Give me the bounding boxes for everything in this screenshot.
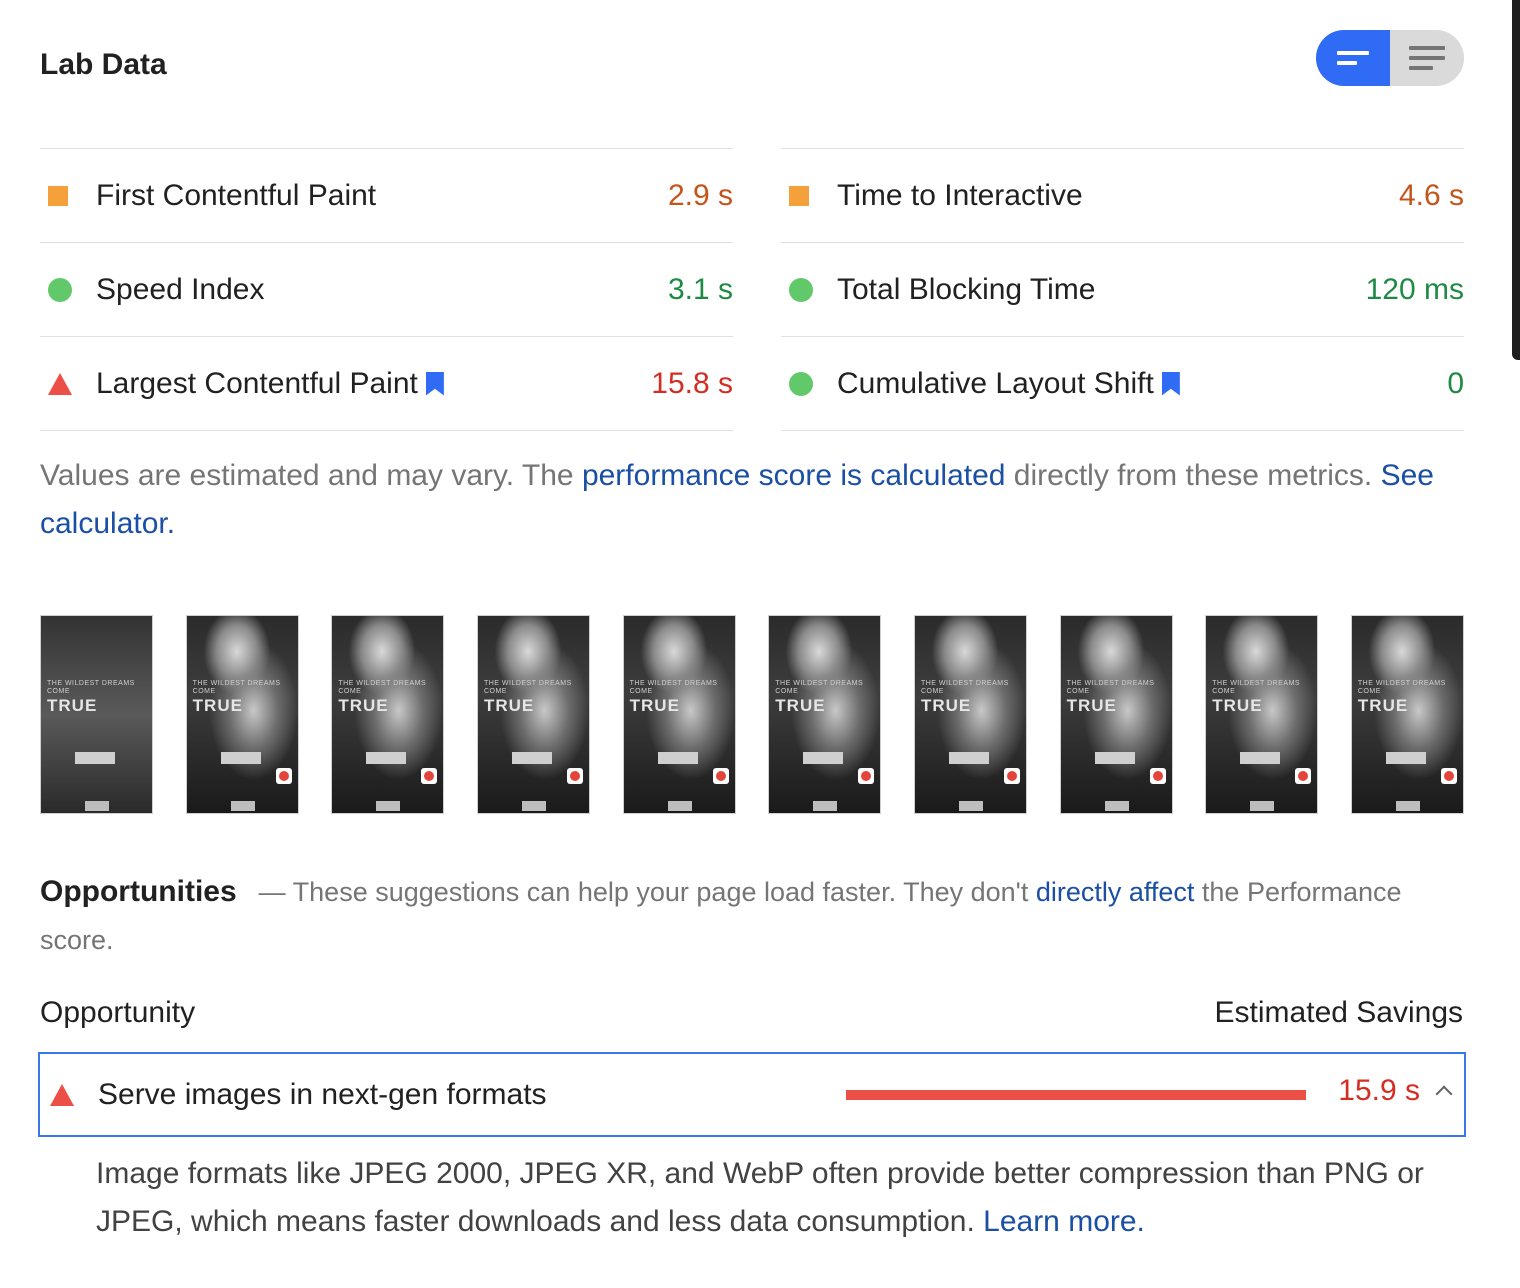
opportunity-description: Image formats like JPEG 2000, JPEG XR, a… [96, 1157, 1424, 1238]
filmstrip-frame: THE WILDEST DREAMS COME TRUE [1350, 615, 1464, 814]
filmstrip-frame: THE WILDEST DREAMS COME TRUE [40, 615, 153, 814]
metric-total-blocking-time: Total Blocking Time 120 ms [781, 243, 1464, 337]
metric-speed-index: Speed Index 3.1 s [40, 243, 733, 337]
chevron-up-icon[interactable] [1435, 1085, 1453, 1103]
lab-data-title: Lab Data [40, 48, 167, 81]
filmstrip-frame: THE WILDEST DREAMS COME TRUE [768, 615, 882, 814]
pass-circle-icon [789, 371, 813, 396]
metric-cumulative-layout-shift: Cumulative Layout Shift 0 [781, 337, 1464, 431]
opportunity-label: Serve images in next-gen formats [98, 1077, 547, 1111]
list-summary-view-icon [1337, 51, 1369, 65]
metric-value: 15.8 s [651, 366, 733, 400]
metrics-grid: First Contentful Paint 2.9 s Speed Index… [40, 148, 1464, 431]
badge-icon [1149, 768, 1166, 784]
filmstrip-frame: THE WILDEST DREAMS COME TRUE [913, 615, 1027, 814]
fail-triangle-icon [50, 1083, 74, 1106]
average-square-icon [789, 185, 809, 206]
filmstrip-frame: THE WILDEST DREAMS COME TRUE [476, 615, 590, 814]
filmstrip-frame: THE WILDEST DREAMS COME TRUE [622, 615, 736, 814]
metric-label: Time to Interactive [837, 178, 1083, 212]
badge-icon [1003, 768, 1020, 784]
savings-bar [846, 1090, 1306, 1100]
window-edge [1512, 0, 1520, 360]
opportunity-column-header: Opportunity [40, 996, 196, 1029]
pass-circle-icon [48, 277, 72, 302]
metric-value: 120 ms [1365, 272, 1464, 306]
filmstrip-frame: THE WILDEST DREAMS COME TRUE [331, 615, 445, 814]
metric-first-contentful-paint: First Contentful Paint 2.9 s [40, 149, 733, 243]
savings-value: 15.9 s [1338, 1074, 1420, 1107]
metrics-column-right: Time to Interactive 4.6 s Total Blocking… [781, 148, 1464, 431]
badge-icon [712, 768, 729, 784]
metrics-column-left: First Contentful Paint 2.9 s Speed Index… [40, 148, 733, 431]
estimated-savings-column-header: Estimated Savings [1214, 996, 1463, 1029]
opportunities-header: Opportunities — These suggestions can hel… [40, 875, 1402, 955]
badge-icon [1295, 768, 1312, 784]
badge-icon [858, 768, 875, 784]
metric-time-to-interactive: Time to Interactive 4.6 s [781, 149, 1464, 243]
bookmark-icon[interactable] [425, 371, 444, 396]
pass-circle-icon [789, 277, 813, 302]
directly-affect-link[interactable]: directly affect [1036, 877, 1195, 907]
metric-label: Speed Index [96, 272, 265, 306]
opportunity-next-gen-formats[interactable]: Serve images in next-gen formats 15.9 s [38, 1052, 1466, 1137]
metric-value: 4.6 s [1398, 178, 1464, 212]
badge-icon [275, 768, 292, 784]
opportunities-title: Opportunities [40, 875, 237, 908]
badge-icon [1440, 768, 1457, 784]
metrics-note: Values are estimated and may vary. The p… [40, 459, 1434, 540]
filmstrip-frame: THE WILDEST DREAMS COME TRUE [1059, 615, 1173, 814]
bookmark-icon[interactable] [1161, 371, 1180, 396]
summary-view-button[interactable] [1316, 30, 1390, 86]
view-toggle[interactable] [1316, 30, 1464, 86]
performance-score-link[interactable]: performance score is calculated [582, 459, 1006, 492]
fail-triangle-icon [48, 372, 72, 395]
metric-largest-contentful-paint: Largest Contentful Paint 15.8 s [40, 337, 733, 431]
metric-value: 3.1 s [667, 272, 733, 306]
badge-icon [566, 768, 583, 784]
average-square-icon [48, 185, 68, 206]
metric-label: Largest Contentful Paint [96, 366, 418, 400]
filmstrip-frame: THE WILDEST DREAMS COME TRUE [1205, 615, 1319, 814]
badge-icon [421, 768, 438, 784]
filmstrip: THE WILDEST DREAMS COME TRUE THE WILDEST… [40, 615, 1464, 814]
metric-label: First Contentful Paint [96, 178, 377, 212]
list-detail-view-icon [1409, 46, 1445, 70]
metric-label: Total Blocking Time [837, 272, 1096, 306]
filmstrip-frame: THE WILDEST DREAMS COME TRUE [185, 615, 299, 814]
metric-value: 2.9 s [667, 178, 733, 212]
metric-label: Cumulative Layout Shift [837, 366, 1154, 400]
detail-view-button[interactable] [1390, 30, 1464, 86]
metric-value: 0 [1447, 366, 1464, 400]
learn-more-link[interactable]: Learn more. [983, 1205, 1145, 1238]
